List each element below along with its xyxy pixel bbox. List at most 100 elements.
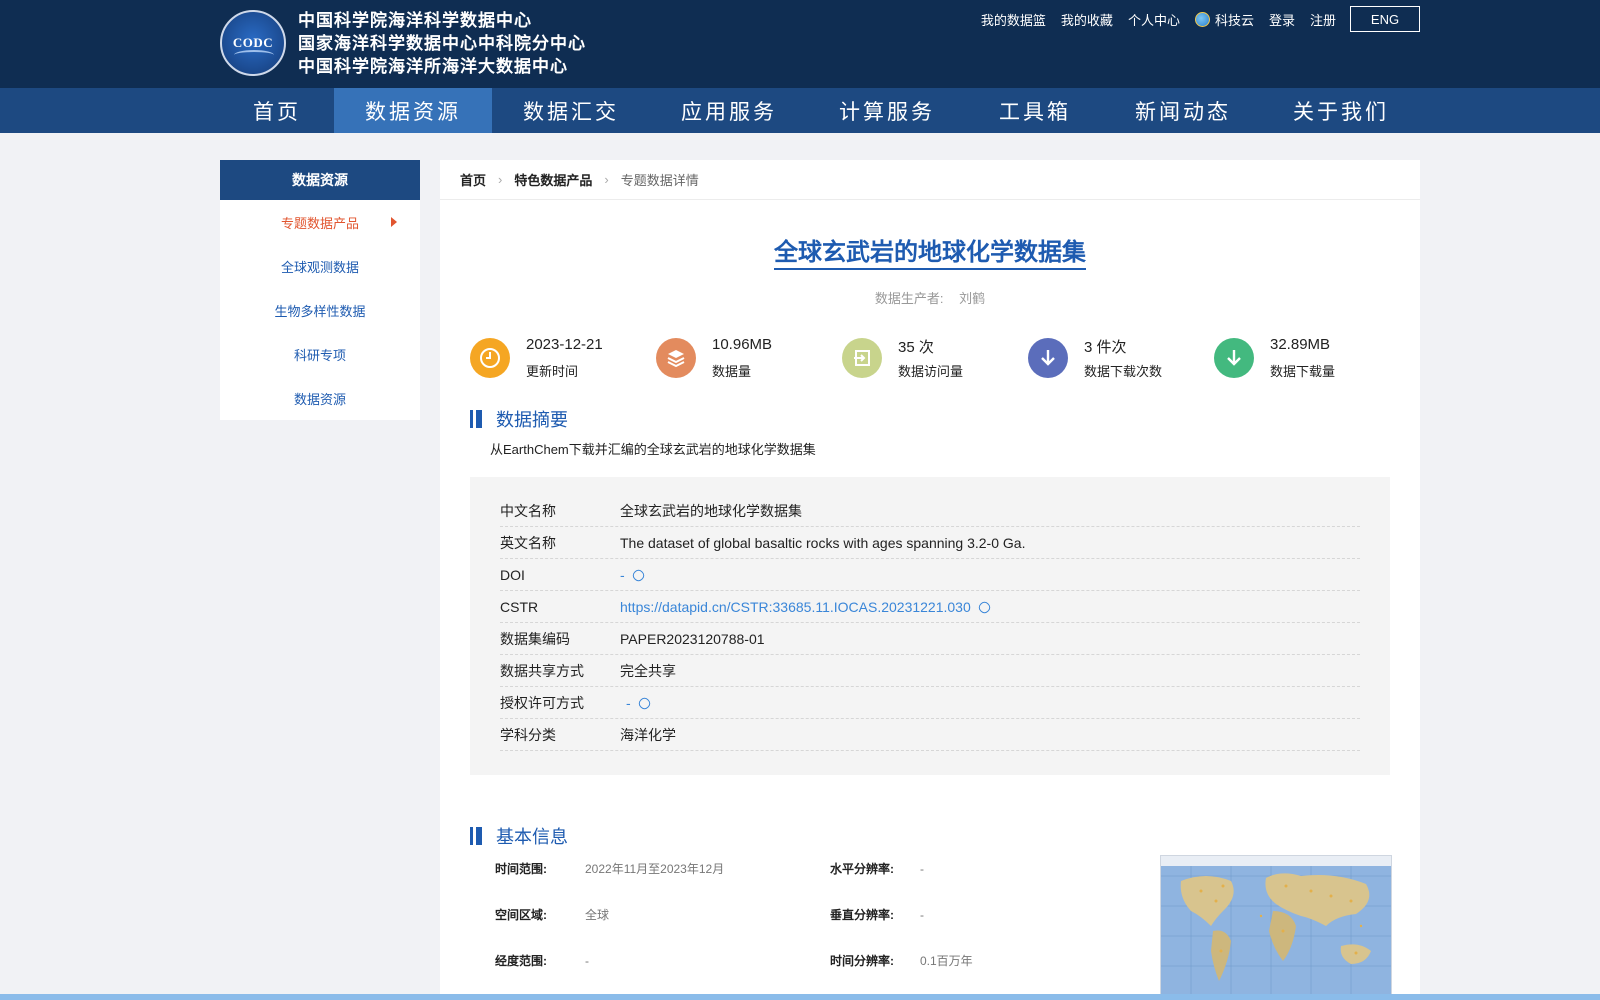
basic-key: 时间分辨率: xyxy=(830,954,894,968)
breadcrumb-current: 专题数据详情 xyxy=(620,173,699,188)
link-icon xyxy=(636,696,652,712)
meta-key: 学科分类 xyxy=(500,726,556,743)
basic-value: 全球 xyxy=(585,908,610,922)
abstract-heading: 数据摘要 xyxy=(470,406,568,432)
meta-row-chinese-name: 中文名称 全球玄武岩的地球化学数据集 xyxy=(500,495,1360,527)
chevron-right-icon: › xyxy=(498,172,503,187)
section-marker-icon xyxy=(470,410,473,428)
download-volume-icon xyxy=(1214,338,1254,378)
meta-value: PAPER2023120788-01 xyxy=(620,630,765,647)
meta-key: 数据集编码 xyxy=(500,630,570,647)
producer-line: 数据生产者: 刘鹤 xyxy=(440,288,1420,307)
sidebar: 数据资源 专题数据产品 全球观测数据 生物多样性数据 科研专项 数据资源 xyxy=(220,160,420,420)
section-title: 数据摘要 xyxy=(496,410,568,430)
nav-about-us[interactable]: 关于我们 xyxy=(1262,88,1420,133)
meta-key: 中文名称 xyxy=(500,502,556,519)
stat-value: 32.89MB xyxy=(1270,336,1331,353)
nav-news[interactable]: 新闻动态 xyxy=(1104,88,1262,133)
sidebar-item-data-resources[interactable]: 数据资源 xyxy=(220,376,420,420)
license-value: - xyxy=(626,694,631,711)
sidebar-item-thematic-products[interactable]: 专题数据产品 xyxy=(220,200,420,244)
sidebar-item-research-projects[interactable]: 科研专项 xyxy=(220,332,420,376)
personal-center-link[interactable]: 个人中心 xyxy=(1128,10,1180,29)
language-button[interactable]: ENG xyxy=(1350,6,1420,32)
breadcrumb-category[interactable]: 特色数据产品 xyxy=(514,170,592,189)
cstcloud-link[interactable]: 科技云 xyxy=(1194,10,1254,29)
meta-row-english-name: 英文名称 The dataset of global basaltic rock… xyxy=(500,527,1360,559)
meta-row-subject: 学科分类 海洋化学 xyxy=(500,719,1360,751)
meta-key: DOI xyxy=(500,566,525,583)
basic-t-res: 时间分辨率: 0.1百万年 xyxy=(830,952,973,969)
basic-h-res: 水平分辨率: - xyxy=(830,860,924,877)
meta-row-share: 数据共享方式 完全共享 xyxy=(500,655,1360,687)
sidebar-item-biodiversity[interactable]: 生物多样性数据 xyxy=(220,288,420,332)
meta-row-license: 授权许可方式 - xyxy=(500,687,1360,719)
horizontal-scrollbar[interactable] xyxy=(0,994,1600,1000)
section-marker-icon xyxy=(470,827,473,845)
chevron-right-icon: › xyxy=(604,172,609,187)
stat-label: 数据访问量 xyxy=(898,364,964,379)
basic-key: 水平分辨率: xyxy=(830,862,894,876)
org-name-1: 中国科学院海洋科学数据中心 xyxy=(298,11,532,31)
metadata-table: 中文名称 全球玄武岩的地球化学数据集 英文名称 The dataset of g… xyxy=(470,477,1390,775)
meta-value: 完全共享 xyxy=(620,662,676,679)
nav-application-services[interactable]: 应用服务 xyxy=(650,88,808,133)
basic-value: - xyxy=(920,862,924,876)
world-map-image xyxy=(1161,856,1391,999)
doi-link[interactable]: - xyxy=(620,567,1360,584)
basic-info-heading: 基本信息 xyxy=(470,823,568,849)
content-panel: 首页 › 特色数据产品 › 专题数据详情 全球玄武岩的地球化学数据集 数据生产者… xyxy=(440,160,1420,1000)
nav-data-resources[interactable]: 数据资源 xyxy=(334,88,492,133)
sidebar-item-label: 专题数据产品 xyxy=(280,215,359,231)
meta-key: 数据共享方式 xyxy=(500,662,584,679)
my-data-basket-link[interactable]: 我的数据篮 xyxy=(981,10,1046,29)
cstr-value: https://datapid.cn/CSTR:33685.11.IOCAS.2… xyxy=(620,598,971,615)
basic-value: 2022年11月至2023年12月 xyxy=(585,862,725,876)
dataset-title: 全球玄武岩的地球化学数据集 xyxy=(774,239,1086,270)
nav-home[interactable]: 首页 xyxy=(220,88,334,133)
sidebar-item-global-observation[interactable]: 全球观测数据 xyxy=(220,244,420,288)
meta-value: 海洋化学 xyxy=(620,726,676,743)
abstract-text: 从EarthChem下载并汇编的全球玄武岩的地球化学数据集 xyxy=(490,442,816,457)
stat-label: 更新时间 xyxy=(526,364,579,379)
nav-computing-services[interactable]: 计算服务 xyxy=(808,88,966,133)
stat-value: 10.96MB xyxy=(712,336,773,353)
basic-key: 经度范围: xyxy=(495,954,547,968)
producer-label: 数据生产者: xyxy=(874,291,944,306)
globe-icon xyxy=(1194,11,1210,27)
login-link[interactable]: 登录 xyxy=(1269,10,1295,29)
stat-label: 数据下载量 xyxy=(1270,364,1336,379)
breadcrumb-home[interactable]: 首页 xyxy=(460,170,486,189)
basic-value: - xyxy=(585,954,589,968)
stats-bar: 2023-12-21 更新时间 10.96MB 数据量 35 次 数据访问量 3… xyxy=(470,336,1410,380)
cstcloud-label: 科技云 xyxy=(1214,12,1254,28)
link-icon xyxy=(630,568,646,584)
cstr-link[interactable]: https://datapid.cn/CSTR:33685.11.IOCAS.2… xyxy=(620,598,1360,616)
dataset-map-thumbnail[interactable] xyxy=(1160,855,1392,1000)
basic-value: - xyxy=(920,908,924,922)
section-title: 基本信息 xyxy=(496,827,568,847)
logo-text: CODC xyxy=(232,35,274,50)
meta-row-doi: DOI - xyxy=(500,559,1360,591)
section-marker-icon xyxy=(476,827,482,845)
org-names: 中国科学院海洋科学数据中心 国家海洋科学数据中心中科院分中心 中国科学院海洋所海… xyxy=(298,10,586,79)
nav-data-submission[interactable]: 数据汇交 xyxy=(492,88,650,133)
meta-value: The dataset of global basaltic rocks wit… xyxy=(620,534,1026,551)
layers-icon xyxy=(656,338,696,378)
section-marker-icon xyxy=(476,410,482,428)
my-favorites-link[interactable]: 我的收藏 xyxy=(1061,10,1113,29)
meta-key: 英文名称 xyxy=(500,534,556,551)
register-link[interactable]: 注册 xyxy=(1310,10,1336,29)
clock-icon xyxy=(470,338,510,378)
org-name-3: 中国科学院海洋所海洋大数据中心 xyxy=(298,57,568,77)
site-header: CODC 中国科学院海洋科学数据中心 国家海洋科学数据中心中科院分中心 中国科学… xyxy=(0,0,1600,133)
basic-v-res: 垂直分辨率: - xyxy=(830,906,924,923)
basic-key: 垂直分辨率: xyxy=(830,908,894,922)
codc-logo[interactable]: CODC xyxy=(220,10,286,76)
meta-value: 全球玄武岩的地球化学数据集 xyxy=(620,502,802,519)
nav-toolbox[interactable]: 工具箱 xyxy=(966,88,1104,133)
producer-name[interactable]: 刘鹤 xyxy=(959,291,985,306)
breadcrumb: 首页 › 特色数据产品 › 专题数据详情 xyxy=(440,160,1420,200)
license-link[interactable]: - xyxy=(620,694,1360,712)
caret-right-icon xyxy=(391,217,397,227)
